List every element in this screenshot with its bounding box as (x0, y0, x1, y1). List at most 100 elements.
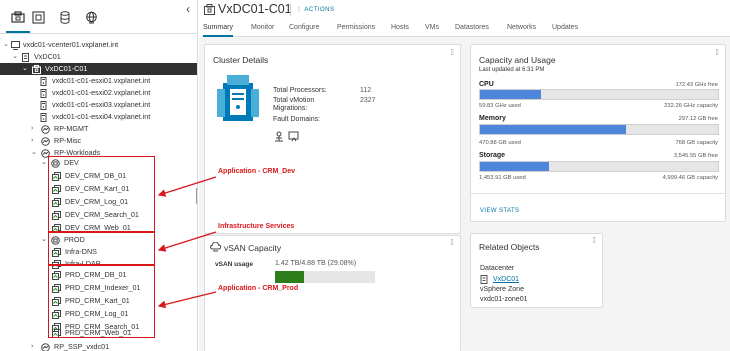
drs-icon[interactable] (274, 131, 284, 142)
storage-label: Storage (479, 152, 506, 159)
card-title: Related Objects (479, 242, 540, 252)
storage-usage-bar (479, 161, 719, 172)
card-menu-icon[interactable]: ⁞⁞ (451, 238, 455, 247)
hosts-clusters-icon[interactable] (6, 8, 30, 33)
tree-item[interactable]: ⌄ VxDC01 (0, 51, 197, 63)
collapse-panel-button[interactable]: ‹ (186, 2, 190, 16)
tree-item-label: vxdc01-c01-esxi04.vxplanet.int (52, 112, 151, 121)
vsan-usage-fill (275, 271, 305, 283)
tree-item[interactable]: vxdc01-c01-esxi02.vxplanet.int (0, 87, 197, 99)
tree-item-label: VxDC01 (34, 52, 61, 61)
card-menu-icon[interactable]: ⁞⁞ (451, 48, 455, 57)
card-divider (471, 193, 725, 194)
tree-item[interactable]: vxdc01-c01-esxi01.vxplanet.int (0, 75, 197, 87)
tree-item-label: VxDC01-C01 (45, 64, 88, 73)
vsan-capacity-card: vSAN Capacity ⁞⁞ vSAN usage 1.42 TB/4.88… (204, 235, 461, 351)
tab-configure[interactable]: Configure (289, 24, 319, 31)
tree-item-label: RP-Misc (54, 136, 82, 145)
chevron-right-icon[interactable]: › (31, 341, 33, 351)
capacity-usage-card: Capacity and Usage ⁞⁞ Last updated at 6:… (470, 44, 726, 222)
tree-item[interactable]: vxdc01-c01-esxi04.vxplanet.int (0, 111, 197, 123)
vmotion-value: 2327 (360, 97, 376, 104)
infra-annotation-label: Infrastructure Services (218, 223, 295, 230)
tab-hosts[interactable]: Hosts (391, 24, 409, 31)
tree-item[interactable]: ⌄ vxdc01-vcenter01.vxplanet.int (0, 39, 197, 51)
page-title: VxDC01-C01 (218, 2, 292, 16)
last-updated: Last updated at 6:31 PM (479, 67, 545, 73)
resource-pool-icon (41, 136, 50, 146)
tab-summary[interactable]: Summary (203, 24, 233, 37)
total-processors-label: Total Processors: (273, 87, 327, 94)
vmotion-label: Total vMotion Migrations: (273, 97, 315, 112)
chevron-down-icon[interactable]: ⌄ (3, 39, 9, 51)
actions-label: ACTIONS (304, 7, 335, 13)
tab-datastores[interactable]: Datastores (455, 24, 489, 31)
prod-annotation-box (48, 265, 155, 338)
tab-updates[interactable]: Updates (552, 24, 578, 31)
tab-vms[interactable]: VMs (425, 24, 439, 31)
networking-icon[interactable] (81, 8, 101, 26)
host-icon (39, 112, 48, 122)
annotation-arrows (157, 176, 217, 309)
infra-arrow (157, 231, 217, 252)
vsan-usage-bar (275, 271, 375, 283)
tree-item-label: vxdc01-vcenter01.vxplanet.int (23, 40, 119, 49)
cpu-usage-bar (479, 89, 719, 100)
card-menu-icon[interactable]: ⁞⁞ (593, 236, 597, 245)
storage-usage-fill (480, 162, 550, 171)
tree-item-label: RP-MGMT (54, 124, 89, 133)
datacenter-link[interactable]: VxDC01 (493, 276, 519, 284)
tree-item[interactable]: › RP_SSP_vxdc01 (0, 341, 197, 351)
memory-label: Memory (479, 115, 506, 122)
storage-capacity: 4,999.46 GB capacity (662, 175, 718, 181)
datacenter-label: Datacenter (480, 265, 515, 272)
memory-capacity: 768 GB capacity (675, 140, 718, 146)
memory-usage-bar (479, 124, 719, 135)
cpu-free: 172.43 GHz free (675, 82, 718, 88)
card-menu-icon[interactable]: ⁞⁞ (716, 48, 720, 57)
chevron-down-icon[interactable]: ⌄ (22, 63, 28, 75)
cluster-illustration-icon (217, 75, 259, 121)
chevron-down-icon[interactable]: ⌄ (12, 51, 18, 63)
host-icon (39, 88, 48, 98)
datacenter-icon (21, 52, 30, 62)
card-title: Cluster Details (213, 55, 269, 65)
storage-icon[interactable] (55, 8, 75, 26)
card-title: Capacity and Usage (479, 55, 556, 65)
tab-permissions[interactable]: Permissions (337, 24, 375, 31)
tree-item-label: RP_SSP_vxdc01 (54, 342, 110, 351)
chevron-right-icon[interactable]: › (31, 123, 33, 135)
view-stats-link[interactable]: VIEW STATS (480, 208, 519, 214)
actions-menu-button[interactable]: ⋮ ACTIONS (296, 6, 335, 13)
chevron-right-icon[interactable]: › (31, 135, 33, 147)
tree-item[interactable]: › RP-Misc (0, 135, 197, 147)
ha-icon[interactable] (288, 131, 299, 142)
fault-domains-label: Fault Domains: (273, 116, 321, 123)
tab-monitor[interactable]: Monitor (251, 24, 274, 31)
tab-bar: Summary Monitor Configure Permissions Hosts V… (201, 20, 730, 37)
vsan-usage-value: 1.42 TB/4.88 TB (29.08%) (275, 260, 357, 267)
tree-item[interactable]: vxdc01-c01-esxi03.vxplanet.int (0, 99, 197, 111)
total-processors-value: 112 (360, 87, 372, 94)
cluster-icon (204, 4, 215, 15)
chevron-down-icon[interactable]: ⌄ (41, 234, 47, 246)
cpu-capacity: 232.26 GHz capacity (664, 103, 718, 109)
chevron-down-icon[interactable]: ⌄ (41, 157, 47, 169)
dev-annotation-box (48, 156, 155, 233)
vms-templates-icon[interactable] (28, 8, 48, 26)
storage-free: 3,545.55 GB free (673, 153, 718, 159)
resource-pool-icon (41, 124, 50, 134)
infra-annotation-box (48, 231, 155, 265)
cluster-icon (32, 64, 41, 74)
datacenter-icon (480, 275, 488, 284)
tree-item[interactable]: › RP-MGMT (0, 123, 197, 135)
cpu-used: 59.83 GHz used (479, 103, 521, 109)
prod-annotation-label: Application - CRM_Prod (218, 285, 299, 292)
inventory-toolbar: ‹ (0, 0, 197, 34)
cluster-details-card: Cluster Details ⁞⁞ Total Processors: 112… (204, 44, 461, 234)
tab-networks[interactable]: Networks (507, 24, 536, 31)
tree-item[interactable]: ⌄ VxDC01-C01 (0, 63, 197, 75)
vsphere-zone-label: vSphere Zone (480, 286, 524, 293)
resource-pool-icon (41, 342, 50, 351)
tree-item-label: vxdc01-c01-esxi03.vxplanet.int (52, 100, 151, 109)
